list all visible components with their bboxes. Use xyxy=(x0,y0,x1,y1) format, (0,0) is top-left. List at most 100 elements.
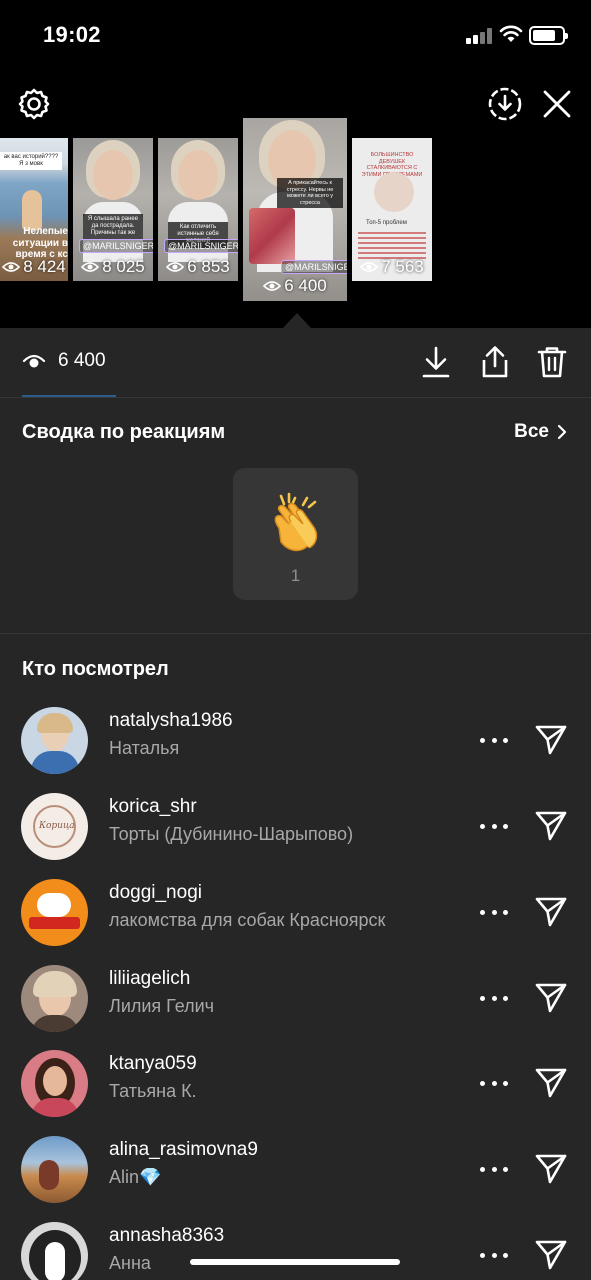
story-view-count: 7 563 xyxy=(381,257,424,276)
download-icon[interactable] xyxy=(420,344,452,380)
story-thumbnail-selected[interactable]: А прикасайтесь к стрессу. Нервы не может… xyxy=(243,118,347,301)
eye-icon xyxy=(81,262,100,272)
views-tab[interactable]: 6 400 xyxy=(22,350,106,372)
reaction-card[interactable]: 1 xyxy=(233,468,358,600)
story-caption: ак вас историй???? Я з мовк xyxy=(0,152,62,171)
viewer-username[interactable]: alina_rasimovna9 xyxy=(109,1139,258,1161)
story-caption: Я слышала ранее да пострадала. Причины т… xyxy=(83,214,143,240)
viewer-row[interactable]: ktanya059 Татьяна К. xyxy=(0,1042,591,1128)
send-direct-icon[interactable] xyxy=(533,807,569,843)
eye-icon xyxy=(22,354,46,368)
more-options-icon[interactable] xyxy=(480,901,508,923)
more-options-icon[interactable] xyxy=(480,987,508,1009)
wifi-icon xyxy=(499,25,523,42)
story-view-count: 8 424 xyxy=(23,257,66,276)
selected-pointer xyxy=(283,313,311,328)
reactions-summary-title: Сводка по реакциям xyxy=(22,421,226,443)
send-direct-icon[interactable] xyxy=(533,1150,569,1186)
more-options-icon[interactable] xyxy=(480,1158,508,1180)
story-thumbnail[interactable]: Я слышала ранее да пострадала. Причины т… xyxy=(73,138,153,281)
send-direct-icon[interactable] xyxy=(533,979,569,1015)
clapping-hands-icon xyxy=(274,492,317,552)
all-link-label: Все xyxy=(514,421,549,442)
delete-trash-icon[interactable] xyxy=(535,344,569,380)
eye-icon xyxy=(360,262,379,272)
avatar[interactable] xyxy=(21,1050,88,1117)
viewer-row[interactable]: doggi_nogi лакомства для собак Красноярск xyxy=(0,871,591,957)
views-count: 6 400 xyxy=(58,350,106,371)
story-views: 6 853 xyxy=(158,257,238,277)
viewer-row[interactable]: liliiagelich Лилия Гелич xyxy=(0,957,591,1043)
story-views: 6 400 xyxy=(243,276,347,296)
mention-tag: @MARILSNIGEREVA xyxy=(164,239,238,253)
avatar[interactable] xyxy=(21,1136,88,1203)
send-direct-icon[interactable] xyxy=(533,721,569,757)
mention-tag: @MARILSNIGEREVA xyxy=(281,260,347,274)
story-text-line: ситуации в xyxy=(12,237,68,249)
viewer-row[interactable]: alina_rasimovna9 Alin💎 xyxy=(0,1128,591,1214)
stats-toolbar: 6 400 xyxy=(0,328,591,398)
viewer-username[interactable]: liliiagelich xyxy=(109,968,190,990)
viewer-username[interactable]: ktanya059 xyxy=(109,1053,197,1075)
more-options-icon[interactable] xyxy=(480,815,508,837)
more-options-icon[interactable] xyxy=(480,729,508,751)
story-views: 8 424 xyxy=(0,257,68,277)
viewer-full-name: Alin💎 xyxy=(109,1167,162,1187)
section-divider xyxy=(0,633,591,634)
status-time: 19:02 xyxy=(43,22,101,47)
avatar[interactable] xyxy=(21,965,88,1032)
cellular-signal-icon xyxy=(466,28,494,44)
close-icon[interactable] xyxy=(539,86,575,122)
viewer-username[interactable]: doggi_nogi xyxy=(109,882,202,904)
story-strip-area: 19:02 ак вас историй???? Я з мовк Нелепы… xyxy=(0,0,591,328)
settings-gear-icon[interactable] xyxy=(15,85,53,123)
viewer-row[interactable]: annasha8363 Анна xyxy=(0,1214,591,1280)
viewer-full-name: Наталья xyxy=(109,738,180,758)
home-indicator xyxy=(190,1259,400,1265)
viewer-row[interactable]: natalysha1986 Наталья xyxy=(0,699,591,785)
viewer-full-name: лакомства для собак Красноярск xyxy=(109,910,386,930)
save-to-device-icon[interactable] xyxy=(486,85,524,123)
story-view-count: 8 025 xyxy=(102,257,145,276)
avatar[interactable] xyxy=(21,879,88,946)
share-icon[interactable] xyxy=(478,344,512,380)
avatar[interactable]: Корица xyxy=(21,793,88,860)
active-tab-indicator xyxy=(22,395,116,397)
chevron-right-icon xyxy=(557,424,567,440)
eye-icon xyxy=(263,281,282,291)
eye-icon xyxy=(2,262,21,272)
reaction-count: 1 xyxy=(290,566,301,585)
story-subtext: Топ-5 проблем xyxy=(366,220,407,226)
story-text-line: Нелепые xyxy=(23,226,68,237)
story-thumbnail[interactable]: БОЛЬШИНСТВО ДЕВУШЕК СТАЛКИВАЮТСЯ С ЭТИМИ… xyxy=(352,138,432,281)
reactions-all-link[interactable]: Все xyxy=(514,421,567,443)
send-direct-icon[interactable] xyxy=(533,893,569,929)
viewer-full-name: Торты (Дубинино-Шарыпово) xyxy=(109,824,354,844)
viewer-full-name: Лилия Гелич xyxy=(109,996,215,1016)
eye-icon xyxy=(166,262,185,272)
mention-tag: @MARILSNIGEREVA xyxy=(79,239,153,253)
viewer-username[interactable]: natalysha1986 xyxy=(109,710,233,732)
story-thumbnail[interactable]: Как отличить истинные себя желаний @MARI… xyxy=(158,138,238,281)
viewer-username[interactable]: korica_shr xyxy=(109,796,197,818)
avatar[interactable] xyxy=(21,1222,88,1280)
viewer-full-name: Анна xyxy=(109,1253,151,1273)
story-caption: А прикасайтесь к стрессу. Нервы не может… xyxy=(277,178,343,209)
anatomy-illustration xyxy=(249,208,295,264)
viewer-row[interactable]: Корица korica_shr Торты (Дубинино-Шарыпово… xyxy=(0,785,591,871)
avatar[interactable] xyxy=(21,707,88,774)
send-direct-icon[interactable] xyxy=(533,1236,569,1272)
story-views: 7 563 xyxy=(352,257,432,277)
story-view-count: 6 400 xyxy=(284,276,327,295)
battery-icon xyxy=(529,26,568,45)
more-options-icon[interactable] xyxy=(480,1072,508,1094)
story-thumbnail[interactable]: ак вас историй???? Я з мовк Нелепые ситу… xyxy=(0,138,68,281)
more-options-icon[interactable] xyxy=(480,1244,508,1266)
viewers-title: Кто посмотрел xyxy=(22,658,169,680)
status-bar: 19:02 xyxy=(0,0,591,70)
viewer-full-name: Татьяна К. xyxy=(109,1081,197,1101)
story-views: 8 025 xyxy=(73,257,153,277)
story-view-count: 6 853 xyxy=(187,257,230,276)
send-direct-icon[interactable] xyxy=(533,1064,569,1100)
viewer-username[interactable]: annasha8363 xyxy=(109,1225,224,1247)
